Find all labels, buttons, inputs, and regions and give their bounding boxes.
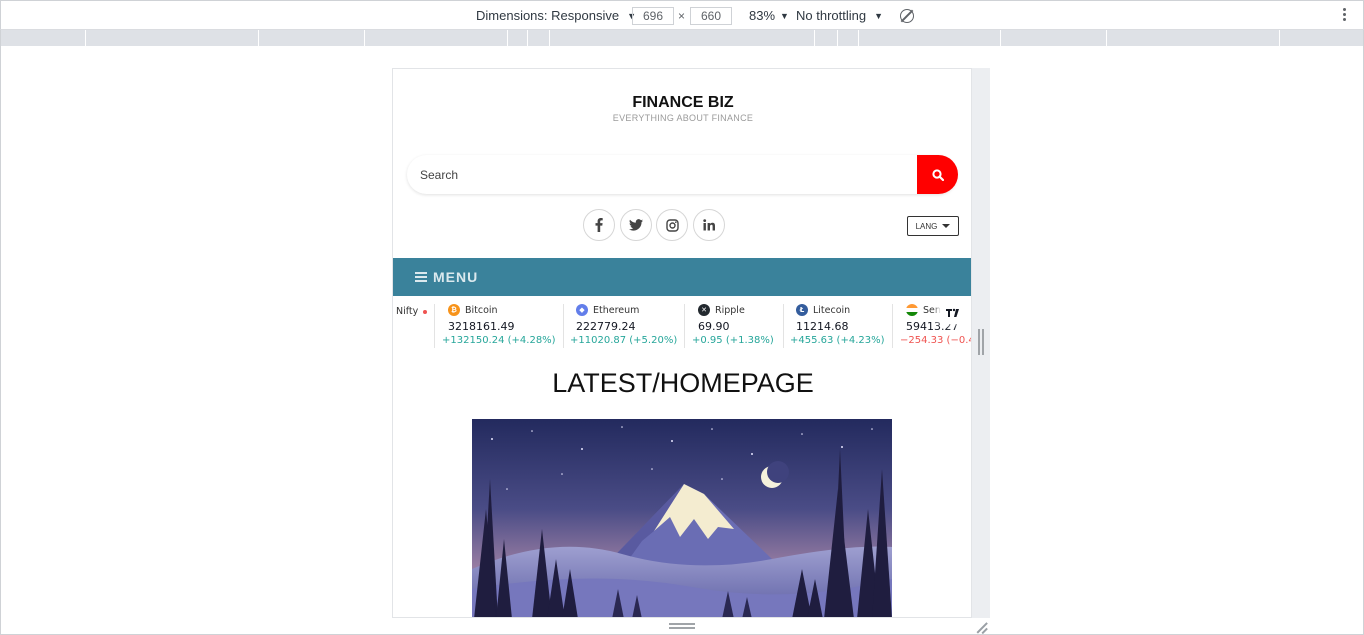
facebook-icon xyxy=(595,218,603,232)
ticker-price: 11214.68 xyxy=(796,320,849,333)
device-viewport: FINANCE BIZ EVERYTHING ABOUT FINANCE LAN… xyxy=(392,68,972,618)
tradingview-logo-icon[interactable] xyxy=(941,302,967,324)
media-query-ruler xyxy=(0,30,1364,46)
tradingview-icon xyxy=(946,308,959,317)
linkedin-icon xyxy=(703,219,715,231)
ethereum-icon: ◆ xyxy=(576,304,588,316)
zoom-dropdown[interactable]: 83% ▼ xyxy=(749,8,789,23)
ticker-symbol: Nifty xyxy=(396,306,419,317)
language-label: LANG xyxy=(915,221,938,231)
search-icon xyxy=(931,168,944,181)
mountain-night-illustration xyxy=(472,419,892,617)
instagram-link[interactable] xyxy=(656,209,688,241)
caret-down-icon xyxy=(942,224,951,228)
ticker-change: +455.63 (+4.23%) xyxy=(790,335,885,346)
search-form xyxy=(407,155,958,194)
times-sign: × xyxy=(678,9,686,23)
search-input[interactable] xyxy=(407,155,917,194)
ticker-price: 3218161.49 xyxy=(448,320,515,333)
market-closed-dot xyxy=(423,309,428,314)
ticker-tape[interactable]: Nifty ₿ Bitcoin 3218161.49 +132150.24 (+… xyxy=(393,298,972,352)
zoom-label: 83% xyxy=(749,8,776,23)
ticker-symbol: Sen xyxy=(923,304,941,316)
search-button[interactable] xyxy=(917,155,958,194)
menu-toggle[interactable]: MENU xyxy=(393,258,971,296)
more-options-icon[interactable] xyxy=(1343,8,1347,23)
ticker-symbol: Ripple xyxy=(715,304,745,316)
throttling-label: No throttling xyxy=(796,8,867,23)
ticker-price: 69.90 xyxy=(698,320,730,333)
dimensions-label: Dimensions: Responsive xyxy=(476,8,620,23)
device-canvas: FINANCE BIZ EVERYTHING ABOUT FINANCE LAN… xyxy=(0,46,1364,635)
litecoin-icon: Ł xyxy=(796,304,808,316)
ticker-symbol: Litecoin xyxy=(813,304,851,316)
width-resize-handle[interactable] xyxy=(978,329,984,355)
caret-down-icon: ▼ xyxy=(780,10,789,21)
menu-label: MENU xyxy=(433,269,479,285)
bitcoin-icon: ₿ xyxy=(448,304,460,316)
height-input[interactable]: 660 xyxy=(690,7,732,25)
site-title[interactable]: FINANCE BIZ xyxy=(393,94,971,112)
ticker-change: +132150.24 (+4.28%) xyxy=(442,335,556,346)
throttling-dropdown[interactable]: No throttling ▼ xyxy=(796,8,883,23)
featured-post-image[interactable] xyxy=(472,419,892,617)
twitter-link[interactable] xyxy=(620,209,652,241)
ticker-change: +0.95 (+1.38%) xyxy=(692,335,774,346)
ticker-change: −254.33 (−0.4 xyxy=(900,335,972,346)
instagram-icon xyxy=(665,218,679,232)
hamburger-icon xyxy=(415,270,427,284)
corner-resize-handle[interactable] xyxy=(975,620,989,634)
ticker-symbol: Ethereum xyxy=(593,304,640,316)
site-tagline: EVERYTHING ABOUT FINANCE xyxy=(612,113,754,123)
ticker-change: +11020.87 (+5.20%) xyxy=(570,335,678,346)
language-dropdown[interactable]: LANG xyxy=(907,216,959,236)
twitter-icon xyxy=(629,219,643,231)
ripple-icon: ✕ xyxy=(698,304,710,316)
width-input[interactable]: 696 xyxy=(632,7,674,25)
caret-down-icon: ▼ xyxy=(874,10,884,21)
facebook-link[interactable] xyxy=(583,209,615,241)
height-resize-handle[interactable] xyxy=(669,623,695,629)
india-flag-icon xyxy=(906,304,918,316)
rotate-icon[interactable] xyxy=(900,9,914,23)
page-heading: LATEST/HOMEPAGE xyxy=(552,368,814,398)
dimensions-dropdown[interactable]: Dimensions: Responsive ▼ xyxy=(476,8,636,23)
ticker-price: 222779.24 xyxy=(576,320,636,333)
devtools-device-toolbar: Dimensions: Responsive ▼ 696 × 660 83% ▼… xyxy=(0,0,1364,30)
linkedin-link[interactable] xyxy=(693,209,725,241)
ticker-symbol: Bitcoin xyxy=(465,304,498,316)
